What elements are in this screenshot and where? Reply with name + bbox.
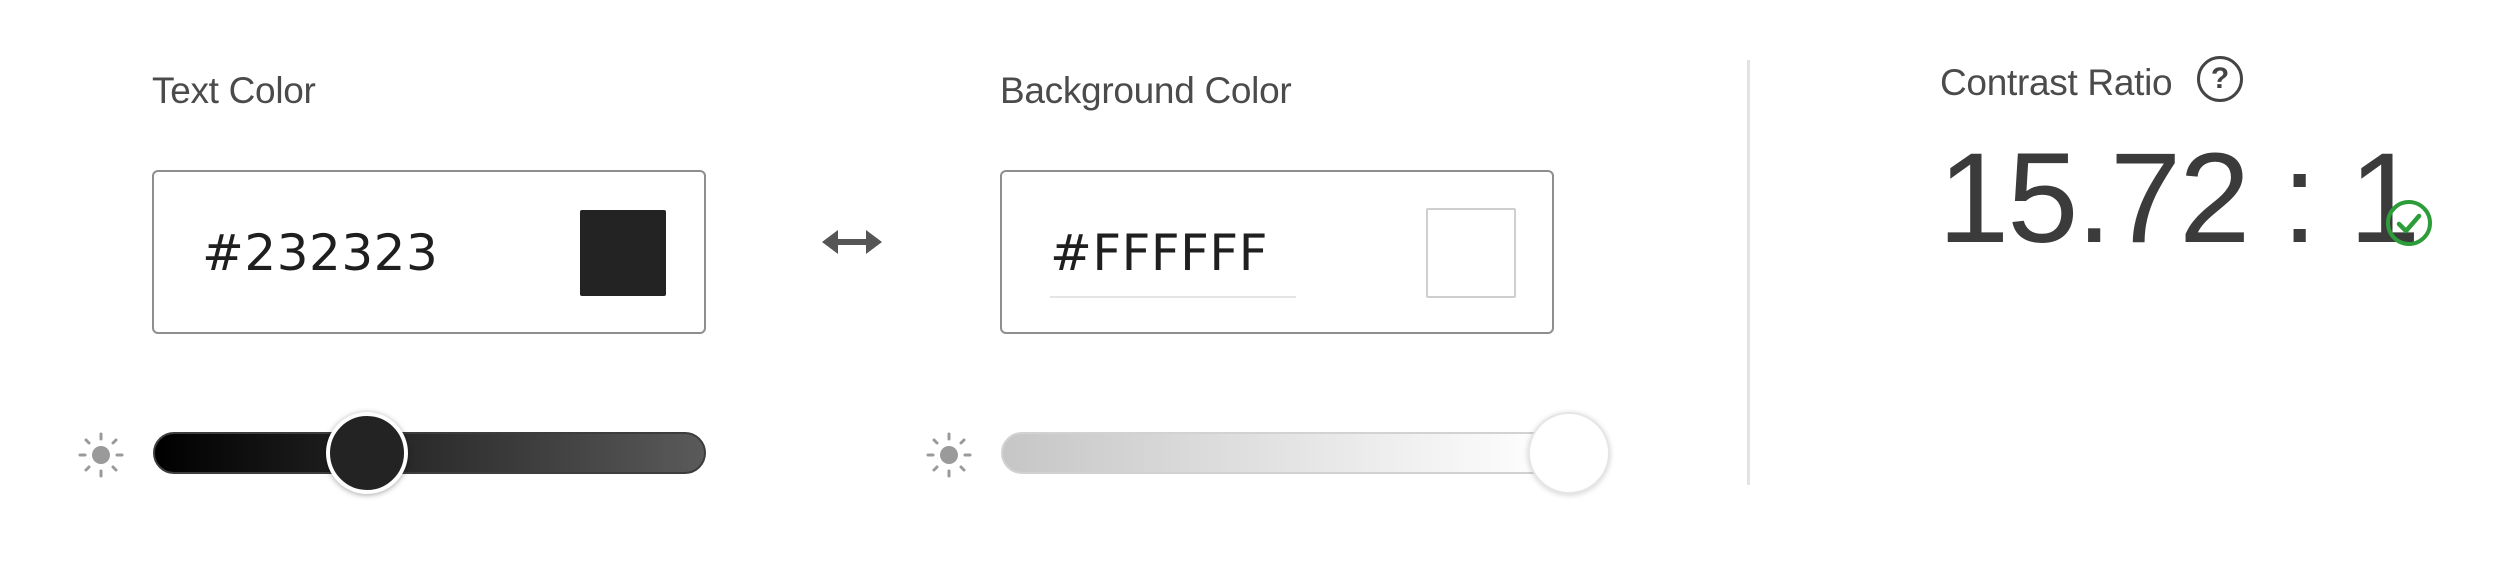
contrast-ratio-label: Contrast Ratio	[1940, 62, 2173, 103]
double-arrow-icon[interactable]	[822, 222, 882, 262]
help-icon[interactable]: ?	[2197, 56, 2243, 102]
text-color-hex-value[interactable]: #232323	[202, 224, 438, 282]
text-color-brightness-slider[interactable]	[153, 432, 706, 474]
section-divider	[1747, 60, 1750, 485]
contrast-ratio-value: 15.72 : 1	[1938, 127, 2420, 270]
text-color-input[interactable]: #232323	[152, 170, 706, 334]
background-color-brightness-slider[interactable]	[1001, 432, 1554, 474]
background-color-input[interactable]: #FFFFFF	[1000, 170, 1554, 334]
background-color-swatch[interactable]	[1426, 208, 1516, 298]
brightness-icon	[926, 432, 972, 478]
brightness-icon	[78, 432, 124, 478]
text-color-swatch[interactable]	[580, 210, 666, 296]
background-color-slider-thumb[interactable]	[1528, 412, 1610, 494]
background-color-label: Background Color	[1000, 70, 1292, 111]
text-color-slider-thumb[interactable]	[326, 412, 408, 494]
text-color-label: Text Color	[152, 70, 316, 111]
check-circle-icon	[2386, 200, 2432, 246]
hex-input-underline	[1050, 296, 1296, 298]
background-color-hex-value[interactable]: #FFFFFF	[1050, 224, 1268, 282]
